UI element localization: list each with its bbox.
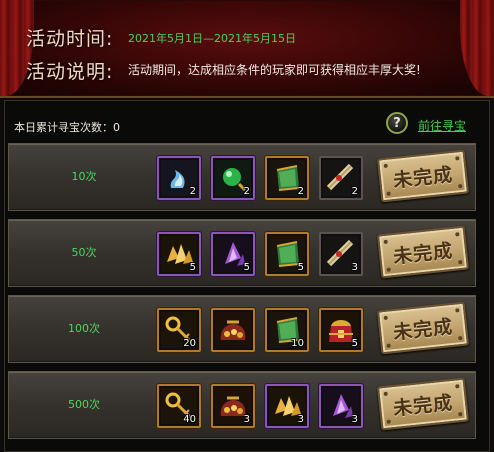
reward-row: 10次 2 2 2 2 未完成 <box>8 143 476 211</box>
reward-slot[interactable]: 3 <box>319 232 363 276</box>
item-quantity: 2 <box>351 186 358 197</box>
item-quantity: 5 <box>297 262 304 273</box>
status-stamp-incomplete: 未完成 <box>376 225 470 279</box>
tier-label: 50次 <box>71 246 97 259</box>
tier-label: 500次 <box>68 398 100 411</box>
item-quantity: 20 <box>183 338 196 349</box>
event-description-label: 活动说明: <box>26 61 114 83</box>
status-label: 未完成 <box>392 239 455 268</box>
item-quantity: 40 <box>183 414 196 425</box>
question-icon: ? <box>393 115 401 131</box>
reward-slot[interactable]: 2 <box>157 156 201 200</box>
reward-slot[interactable]: 5 <box>211 232 255 276</box>
reward-slot[interactable]: 5 <box>265 232 309 276</box>
reward-slot[interactable]: 2 <box>319 156 363 200</box>
reward-row: 50次 5 5 5 3 未完成 <box>8 219 476 287</box>
item-quantity: 2 <box>189 186 196 197</box>
item-quantity: 5 <box>189 262 196 273</box>
treasure-hunt-count: 本日累计寻宝次数：0 <box>14 121 120 134</box>
reward-slot[interactable]: 20 <box>157 308 201 352</box>
tier-label: 100次 <box>68 322 100 335</box>
item-quantity: 3 <box>243 414 250 425</box>
reward-slot[interactable]: 3 <box>265 384 309 428</box>
status-label: 未完成 <box>392 163 455 192</box>
item-quantity: 5 <box>243 262 250 273</box>
reward-slot[interactable]: 2 <box>265 156 309 200</box>
status-label: 未完成 <box>392 391 455 420</box>
reward-row: 100次 20 10 5 未完成 <box>8 295 476 363</box>
item-quantity: 3 <box>297 414 304 425</box>
reward-slot[interactable]: 2 <box>211 156 255 200</box>
reward-slot[interactable]: 5 <box>319 308 363 352</box>
status-stamp-incomplete: 未完成 <box>376 377 470 431</box>
go-treasure-hunt-link[interactable]: 前往寻宝 <box>418 117 466 134</box>
reward-slot[interactable]: 10 <box>265 308 309 352</box>
status-label: 未完成 <box>392 315 455 344</box>
event-description-value: 活动期间，达成相应条件的玩家即可获得相应丰厚大奖! <box>128 63 421 77</box>
status-stamp-incomplete: 未完成 <box>376 301 470 355</box>
item-quantity: 2 <box>243 186 250 197</box>
reward-row: 500次 40 3 3 3 未完成 <box>8 371 476 439</box>
item-quantity: 3 <box>351 414 358 425</box>
reward-slot[interactable]: 40 <box>157 384 201 428</box>
reward-slot[interactable]: 3 <box>211 384 255 428</box>
event-time-label: 活动时间: <box>26 28 114 50</box>
item-quantity: 2 <box>297 186 304 197</box>
reward-slot[interactable] <box>211 308 255 352</box>
reward-slot[interactable]: 3 <box>319 384 363 428</box>
reward-slot[interactable]: 5 <box>157 232 201 276</box>
right-curtain-decoration <box>460 0 494 96</box>
help-button[interactable]: ? <box>386 112 408 134</box>
tier-label: 10次 <box>71 170 97 183</box>
item-quantity: 3 <box>351 262 358 273</box>
event-banner: 活动时间: 2021年5月1日—2021年5月15日 活动说明: 活动期间，达成… <box>0 0 494 98</box>
item-quantity: 5 <box>351 338 358 349</box>
item-quantity: 10 <box>291 338 304 349</box>
treasure-bag-icon <box>215 312 251 348</box>
event-time-value: 2021年5月1日—2021年5月15日 <box>128 32 296 45</box>
status-stamp-incomplete: 未完成 <box>376 149 470 203</box>
